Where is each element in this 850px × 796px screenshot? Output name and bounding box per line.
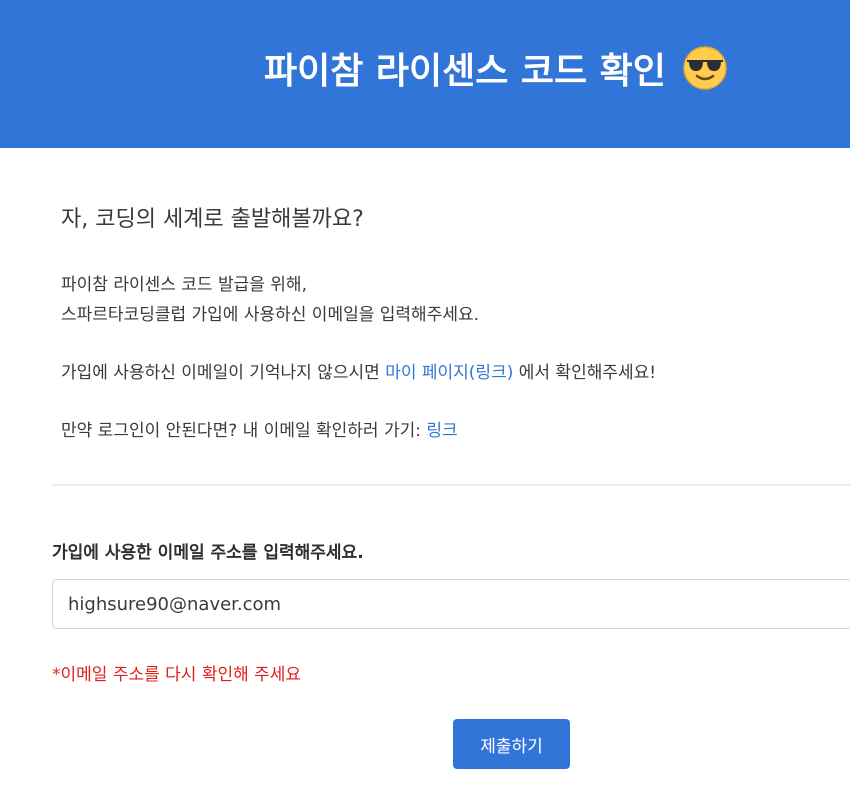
page-title-text: 파이참 라이센스 코드 확인 (264, 51, 666, 92)
login-help-text: 만약 로그인이 안된다면? 내 이메일 확인하러 가기: (61, 421, 427, 441)
check-email-link[interactable]: 링크 (426, 421, 457, 441)
page-title: 파이참 라이센스 코드 확인 (264, 40, 728, 96)
intro-section: 자, 코딩의 세계로 출발해볼까요? 파이참 라이센스 코드 발급을 위해, 스… (61, 200, 841, 446)
intro-line-1: 파이참 라이센스 코드 발급을 위해, (61, 275, 307, 295)
email-error-message: *이메일 주소를 다시 확인해 주세요 (52, 665, 302, 685)
section-divider (52, 484, 850, 486)
intro-line-2: 스파르타코딩클럽 가입에 사용하신 이메일을 입력해주세요. (61, 305, 480, 325)
mypage-prefix-text: 가입에 사용하신 이메일이 기억나지 않으시면 (61, 363, 386, 383)
email-field-label: 가입에 사용한 이메일 주소를 입력해주세요. (52, 543, 364, 563)
email-input[interactable] (52, 579, 850, 629)
submit-button[interactable]: 제출하기 (453, 719, 570, 769)
header-bar: 파이참 라이센스 코드 확인 (0, 0, 850, 148)
mypage-paragraph: 가입에 사용하신 이메일이 기억나지 않으시면 마이 페이지(링크) 에서 확인… (61, 358, 841, 388)
mypage-link[interactable]: 마이 페이지(링크) (385, 363, 513, 383)
login-help-paragraph: 만약 로그인이 안된다면? 내 이메일 확인하러 가기: 링크 (61, 416, 841, 446)
sunglasses-face-icon (683, 46, 727, 90)
intro-heading: 자, 코딩의 세계로 출발해볼까요? (61, 207, 364, 232)
mypage-suffix-text: 에서 확인해주세요! (513, 363, 657, 383)
